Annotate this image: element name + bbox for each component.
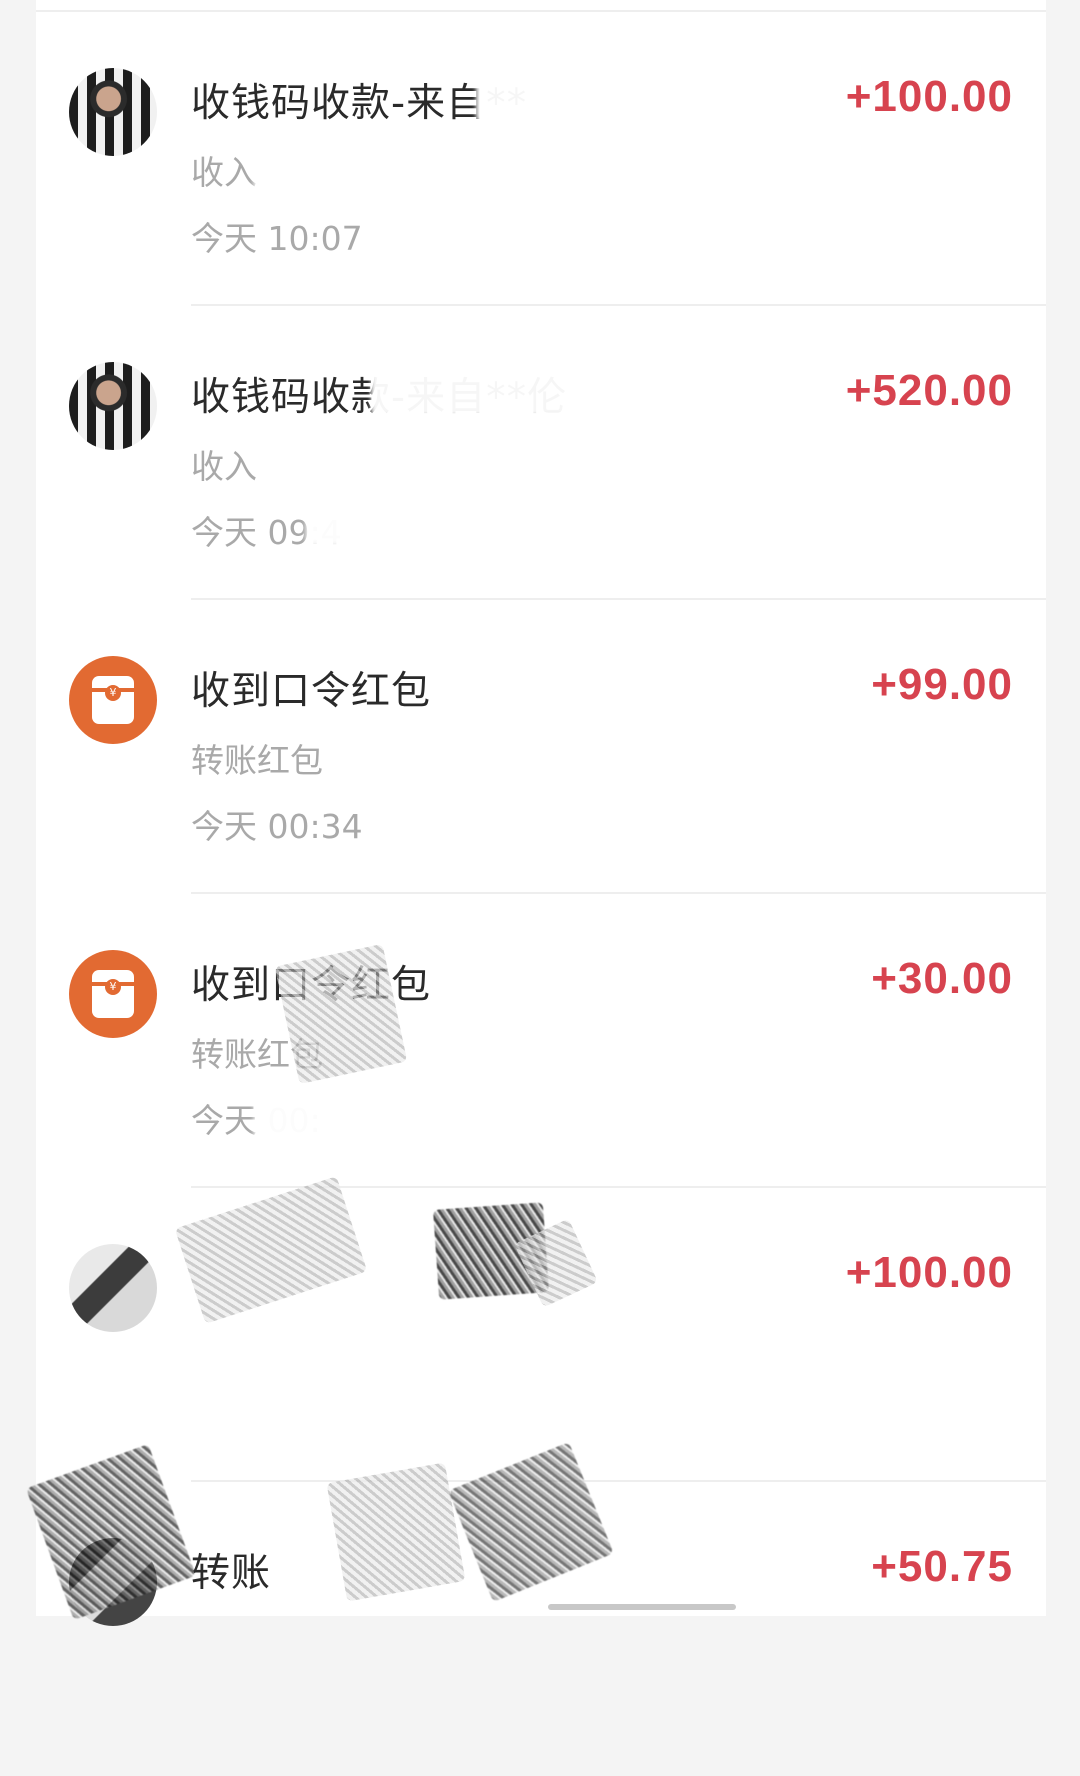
- redaction-mark: [476, 74, 606, 122]
- red-packet-icon: ¥: [69, 656, 157, 744]
- transaction-row[interactable]: 转账 +50.75: [25, 1442, 1046, 1776]
- home-indicator: [548, 1604, 736, 1610]
- transaction-title: 收到口令红包: [191, 669, 432, 714]
- transaction-amount: +50.75: [871, 1542, 1013, 1591]
- user-avatar: [69, 1244, 157, 1332]
- transaction-amount: +100.00: [845, 72, 1013, 121]
- transaction-list: 收钱码收款-来自** +100.00 收入 今天 10:07 收钱码收款-来自*…: [25, 0, 1046, 1626]
- transaction-row[interactable]: ¥ 收到口令红包 +99.00 转账红包 今天 00:34: [36, 600, 1046, 894]
- transaction-row[interactable]: ¥ 收到口令红包 +30.00 转账红包 今天 00:: [36, 894, 1046, 1188]
- redaction-mark: [174, 1176, 368, 1324]
- user-avatar: [69, 362, 157, 450]
- transaction-type: 收入: [191, 447, 257, 486]
- transaction-type: 收入: [191, 153, 257, 192]
- transaction-title: 转账: [191, 1551, 272, 1596]
- transaction-row[interactable]: 收钱码收款-来自** +100.00 收入 今天 10:07: [36, 12, 1046, 306]
- redaction-mark: [254, 1084, 394, 1140]
- red-packet-icon: ¥: [69, 950, 157, 1038]
- transaction-time: 今天 00:34: [191, 807, 363, 846]
- redaction-mark: [371, 366, 601, 416]
- transaction-row[interactable]: 收钱码收款-来自**伦 +520.00 收入 今天 09:4: [36, 306, 1046, 600]
- transaction-row[interactable]: +100.00: [36, 1176, 1046, 1482]
- transaction-amount: +30.00: [871, 954, 1013, 1003]
- transaction-time: 今天 10:07: [191, 219, 363, 258]
- redaction-mark: [306, 502, 386, 546]
- transaction-type: 转账红包: [191, 741, 323, 780]
- redaction-mark: [326, 1462, 466, 1602]
- redaction-mark: [254, 152, 294, 192]
- transaction-amount: +100.00: [845, 1248, 1013, 1297]
- user-avatar: [69, 68, 157, 156]
- transaction-amount: +520.00: [845, 366, 1013, 415]
- transaction-amount: +99.00: [871, 660, 1013, 709]
